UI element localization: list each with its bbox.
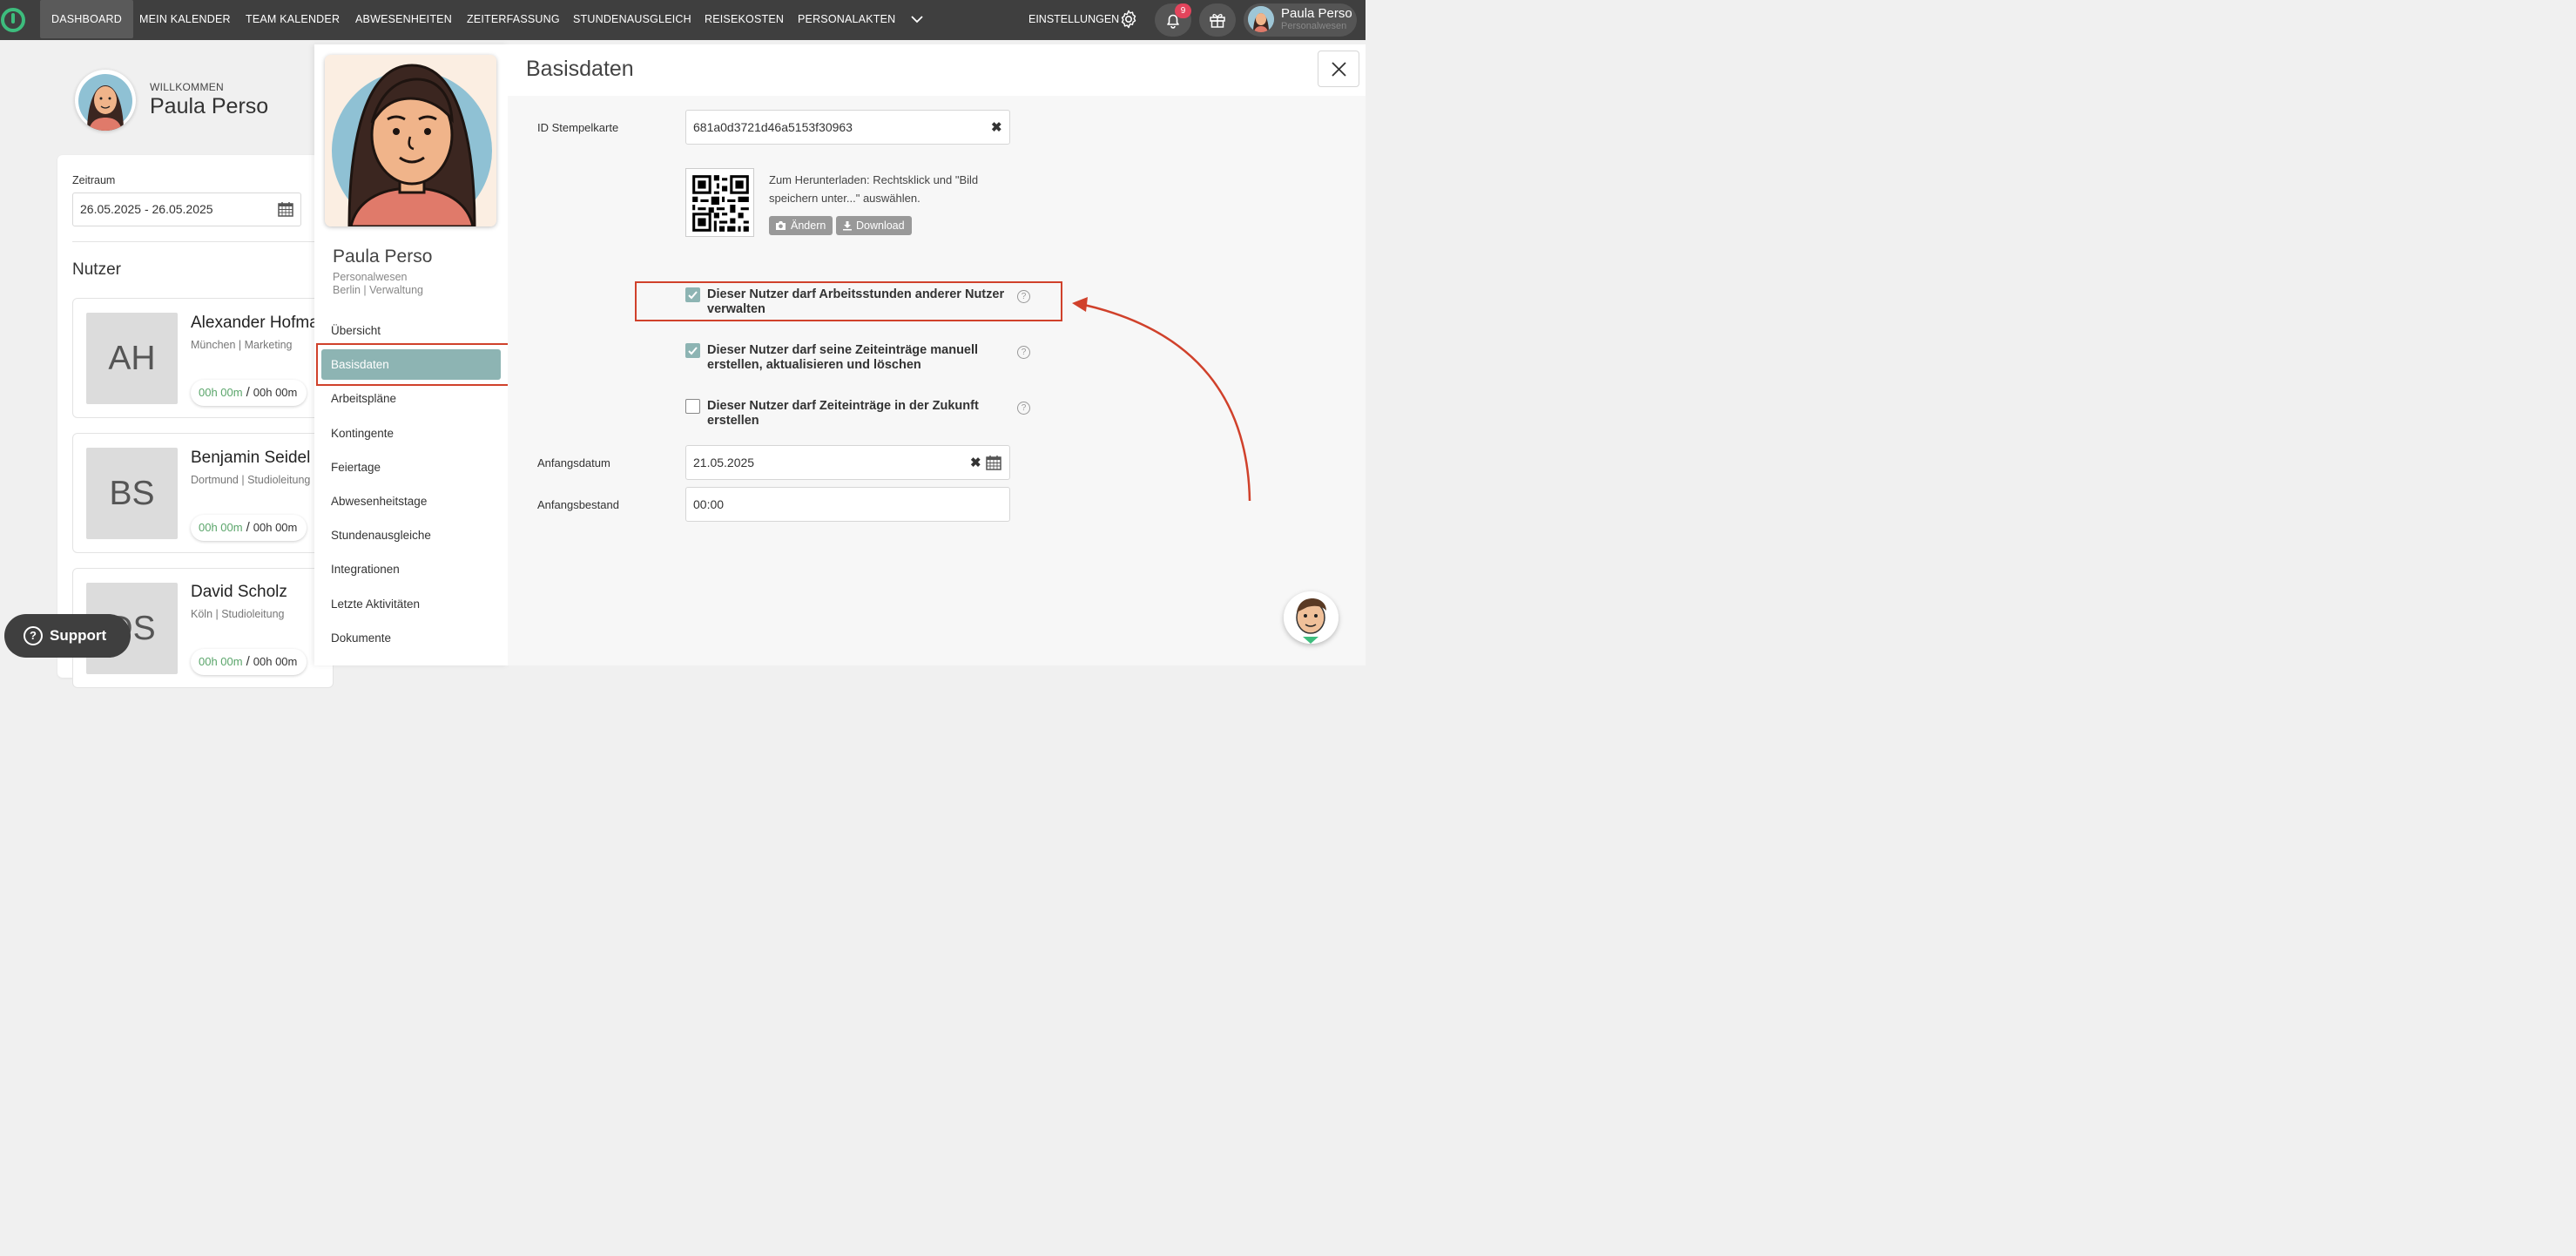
- nav-personalakten[interactable]: PERSONALAKTEN: [798, 0, 895, 38]
- welcome-avatar: [75, 70, 136, 131]
- welcome-name: Paula Perso: [150, 94, 269, 118]
- camera-icon: [776, 221, 786, 230]
- nav-reisekosten[interactable]: REISEKOSTEN: [705, 0, 784, 38]
- clear-icon[interactable]: ✖: [970, 455, 981, 470]
- divider: [72, 241, 316, 242]
- support-label: Support: [50, 627, 107, 644]
- anfangsbestand-value: 00:00: [693, 497, 725, 511]
- permission-checkbox-manual-entries[interactable]: [685, 343, 700, 358]
- menu-item-integrationen[interactable]: Integrationen: [331, 563, 400, 576]
- menu-item-abwesenheitstage[interactable]: Abwesenheitstage: [331, 495, 427, 508]
- permission-checkbox-manage-others[interactable]: [685, 287, 700, 302]
- settings-link[interactable]: EINSTELLUNGEN: [1028, 0, 1119, 38]
- help-icon[interactable]: ?: [1017, 402, 1030, 415]
- change-qr-button[interactable]: Ändern: [769, 216, 833, 235]
- zeitraum-label: Zeitraum: [72, 174, 116, 186]
- chat-bot-avatar-icon: [1284, 591, 1339, 644]
- panel-user-name: Paula Perso: [333, 246, 433, 267]
- permission-label-future-entries: Dieser Nutzer darf Zeiteinträge in der Z…: [707, 399, 979, 428]
- nav-abwesenheiten[interactable]: ABWESENHEITEN: [355, 0, 452, 38]
- nav-mein-kalender[interactable]: MEIN KALENDER: [139, 0, 231, 38]
- anfangsbestand-label: Anfangsbestand: [537, 498, 619, 511]
- checkmark-icon: [688, 347, 698, 355]
- nav-team-kalender[interactable]: TEAM KALENDER: [246, 0, 340, 38]
- user-role: Personalwesen: [1281, 21, 1347, 31]
- highlight-box: [316, 343, 527, 386]
- permission-label-manage-others: Dieser Nutzer darf Arbeitsstunden andere…: [707, 287, 1005, 316]
- permission-checkbox-future-entries[interactable]: [685, 399, 700, 414]
- user-card-location: München | Marketing: [191, 339, 293, 351]
- anfangsdatum-label: Anfangsdatum: [537, 456, 610, 469]
- user-card-location: Köln | Studioleitung: [191, 608, 285, 620]
- gift-button[interactable]: [1199, 3, 1236, 37]
- user-card-name: David Scholz: [191, 583, 287, 601]
- calendar-icon[interactable]: [277, 200, 294, 218]
- qr-code[interactable]: [685, 168, 754, 237]
- menu-item-feiertage[interactable]: Feiertage: [331, 461, 381, 474]
- nav-dashboard[interactable]: DASHBOARD: [40, 0, 133, 38]
- panel-user-role: Personalwesen: [333, 271, 408, 283]
- help-circle-icon: ?: [24, 626, 43, 645]
- anfangsdatum-value: 21.05.2025: [693, 456, 755, 469]
- user-initials-avatar: AH: [86, 313, 178, 404]
- download-icon: [843, 221, 852, 231]
- menu-item-arbeitsplaene[interactable]: Arbeitspläne: [331, 392, 396, 405]
- chat-bot-button[interactable]: [1284, 591, 1339, 644]
- modal-title: Basisdaten: [526, 57, 634, 81]
- modal-header: [508, 44, 1366, 96]
- stempelkarte-value: 681a0d3721d46a5153f30963: [693, 120, 853, 134]
- gear-icon[interactable]: [1118, 9, 1139, 30]
- nav-stundenausgleich[interactable]: STUNDENAUSGLEICH: [573, 0, 691, 38]
- anfangsbestand-input[interactable]: [685, 487, 1010, 522]
- download-qr-button[interactable]: Download: [836, 216, 912, 235]
- download-qr-label: Download: [856, 219, 905, 232]
- notification-count-badge: 9: [1175, 3, 1191, 18]
- help-icon[interactable]: ?: [1017, 290, 1030, 303]
- change-qr-label: Ändern: [791, 219, 826, 232]
- user-name: Paula Perso: [1281, 6, 1352, 21]
- app-logo[interactable]: [0, 7, 26, 33]
- menu-item-letzte-aktivitaeten[interactable]: Letzte Aktivitäten: [331, 598, 420, 611]
- profile-photo: [325, 55, 496, 226]
- user-card-name: Alexander Hofma: [191, 314, 319, 332]
- menu-item-stundenausgleiche[interactable]: Stundenausgleiche: [331, 529, 431, 542]
- checkmark-icon: [688, 291, 698, 300]
- user-card-time: 00h 00m/00h 00m: [191, 515, 307, 541]
- gift-icon: [1210, 14, 1225, 28]
- menu-item-kontingente[interactable]: Kontingente: [331, 427, 394, 440]
- chevron-down-icon[interactable]: [908, 10, 926, 28]
- close-icon: [1332, 62, 1346, 77]
- user-initials-avatar: BS: [86, 448, 178, 539]
- user-card-name: Benjamin Seidel: [191, 449, 311, 467]
- user-card-location: Dortmund | Studioleitung: [191, 474, 311, 486]
- welcome-label: WILLKOMMEN: [150, 81, 225, 93]
- nav-zeiterfassung[interactable]: ZEITERFASSUNG: [467, 0, 560, 38]
- menu-item-uebersicht[interactable]: Übersicht: [331, 324, 381, 337]
- annotation-arrow: [1072, 297, 1251, 502]
- permission-label-manual-entries: Dieser Nutzer darf seine Zeiteinträge ma…: [707, 343, 979, 372]
- zeitraum-value: 26.05.2025 - 26.05.2025: [80, 202, 213, 216]
- calendar-icon[interactable]: [985, 454, 1002, 471]
- panel-user-location: Berlin | Verwaltung: [333, 284, 423, 296]
- nutzer-heading: Nutzer: [72, 260, 121, 279]
- user-avatar[interactable]: [1248, 6, 1274, 32]
- menu-item-dokumente[interactable]: Dokumente: [331, 631, 391, 645]
- stempelkarte-label: ID Stempelkarte: [537, 121, 619, 134]
- qr-download-hint: Zum Herunterladen: Rechtsklick und "Bild…: [769, 173, 979, 205]
- clear-icon[interactable]: ✖: [991, 119, 1002, 135]
- help-icon[interactable]: ?: [1017, 346, 1030, 359]
- close-button[interactable]: [1318, 51, 1359, 87]
- user-card-time: 00h 00m/00h 00m: [191, 380, 307, 406]
- user-card-time: 00h 00m/00h 00m: [191, 649, 307, 675]
